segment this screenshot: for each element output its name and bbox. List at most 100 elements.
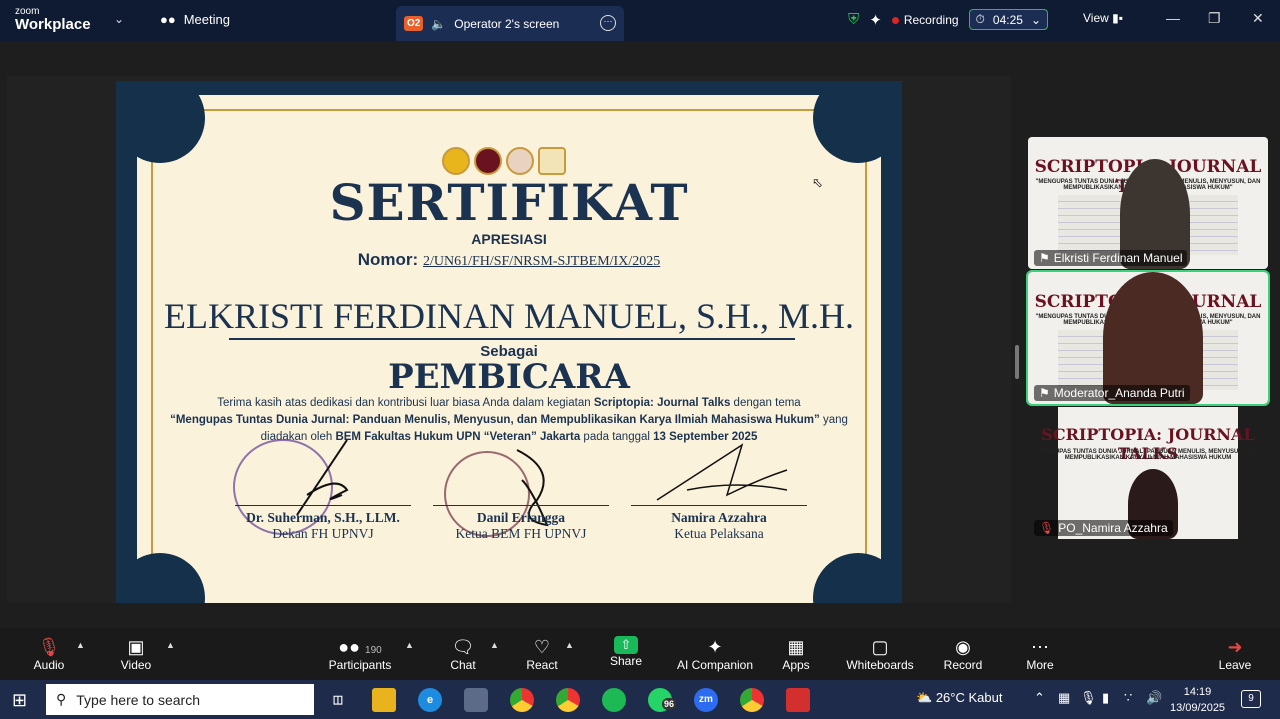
bem-logo bbox=[506, 147, 534, 175]
timer-value: 04:25 bbox=[992, 12, 1023, 27]
notifications-icon[interactable]: 9 bbox=[1241, 690, 1261, 708]
chevron-up-icon[interactable]: ▲ bbox=[76, 640, 85, 650]
more-button[interactable]: ⋯ More bbox=[995, 636, 1085, 672]
zoom-logo: zoom Workplace bbox=[15, 7, 91, 33]
recording-indicator[interactable]: Recording bbox=[891, 12, 959, 27]
logos bbox=[442, 147, 566, 175]
video-tile-active-speaker[interactable]: SCRIPTOPIA: JOURNAL TALKS "MENGUPAS TUNT… bbox=[1026, 270, 1270, 406]
microphone-icon[interactable]: 🎙 bbox=[1080, 690, 1097, 706]
speaker-icon: 🔈 bbox=[431, 16, 447, 31]
weather-widget[interactable]: ⛅ 26°C Kabut bbox=[916, 690, 1002, 706]
whatsapp-icon[interactable]: 96 bbox=[648, 688, 677, 712]
certificate-title: SERTIFIKAT bbox=[329, 173, 689, 232]
whatsapp-badge: 96 bbox=[662, 698, 677, 710]
spotify-icon[interactable] bbox=[602, 688, 626, 712]
record-dot-icon bbox=[891, 16, 899, 24]
react-label: React bbox=[526, 658, 558, 672]
meeting-label: Meeting bbox=[183, 12, 230, 27]
clock-time: 14:19 bbox=[1183, 686, 1212, 698]
restore-icon[interactable]: ❐ bbox=[1208, 10, 1221, 27]
certificate: SERTIFIKAT APRESIASI Nomor: 2/UN61/FH/SF… bbox=[116, 81, 902, 603]
shared-screen: SERTIFIKAT APRESIASI Nomor: 2/UN61/FH/SF… bbox=[7, 76, 1011, 603]
show-hidden-icons-icon[interactable]: ⌃ bbox=[1034, 690, 1045, 706]
whiteboard-icon: ▢ bbox=[871, 637, 889, 657]
zoom-app-icon[interactable]: zm bbox=[694, 688, 718, 712]
search-icon: ⚲ bbox=[56, 691, 67, 707]
signature-line bbox=[235, 505, 411, 506]
acrobat-icon[interactable] bbox=[786, 688, 810, 712]
event-name: Scriptopia: Journal Talks bbox=[593, 397, 731, 409]
meet-now-icon[interactable]: ▦ bbox=[1058, 690, 1070, 706]
whiteboards-label: Whiteboards bbox=[846, 658, 914, 672]
whiteboards-button[interactable]: ▢ Whiteboards bbox=[835, 636, 925, 672]
chevron-up-icon[interactable]: ▲ bbox=[405, 640, 414, 650]
video-tile[interactable]: SCRIPTOPIA: JOURNAL TALKS "MENGUPAS TUNT… bbox=[1028, 137, 1268, 269]
screen-share-tab[interactable]: O2 🔈 Operator 2's screen ··· bbox=[396, 6, 624, 41]
ai-companion-button[interactable]: ✦ AI Companion bbox=[670, 636, 760, 672]
participants-button[interactable]: ●● 190 Participants ▲ bbox=[315, 636, 414, 672]
chevron-up-icon[interactable]: ▲ bbox=[565, 640, 574, 650]
name-underline bbox=[229, 338, 795, 340]
minimize-icon[interactable]: — bbox=[1166, 10, 1180, 26]
chevron-down-icon[interactable]: ⌄ bbox=[114, 12, 124, 26]
chevron-up-icon[interactable]: ▲ bbox=[166, 640, 175, 650]
chrome-profile-icon[interactable] bbox=[556, 688, 580, 712]
video-button[interactable]: ▣ Video ▲ bbox=[91, 636, 181, 672]
corner-ornament bbox=[813, 81, 902, 163]
video-name-label: ⚑ Moderator_Ananda Putri bbox=[1034, 385, 1190, 401]
audio-button[interactable]: 🎙 Audio ▲ bbox=[4, 636, 94, 672]
weather-icon: ⛅ bbox=[916, 690, 933, 705]
chat-button[interactable]: 🗨 Chat ▲ bbox=[418, 636, 508, 672]
certificate-body: Terima kasih atas dedikasi dan kontribus… bbox=[167, 395, 851, 446]
title-bar: zoom Workplace ⌄ ●● Meeting O2 🔈 Operato… bbox=[0, 0, 1280, 41]
signatory: Namira Azzahra Ketua Pelaksana bbox=[631, 505, 807, 542]
view-label: View bbox=[1083, 11, 1109, 25]
security-shield-icon[interactable]: ⛨ bbox=[848, 11, 859, 28]
meeting-menu[interactable]: ●● Meeting bbox=[160, 12, 230, 27]
panel-resize-handle[interactable] bbox=[1015, 345, 1019, 379]
recording-label: Recording bbox=[903, 12, 959, 27]
wifi-icon[interactable]: ∵ bbox=[1124, 690, 1132, 706]
file-explorer-icon[interactable] bbox=[372, 688, 396, 712]
ai-sparkle-icon: ✦ bbox=[707, 637, 723, 657]
signatory: Danil Erlangga Ketua BEM FH UPNVJ bbox=[433, 505, 609, 542]
ai-sparkle-icon[interactable]: ✦ bbox=[869, 11, 882, 29]
react-button[interactable]: ♡ React ▲ bbox=[497, 636, 587, 672]
chevron-down-icon: ⌄ bbox=[1030, 12, 1042, 27]
chrome-icon[interactable] bbox=[510, 688, 534, 712]
share-button[interactable]: ⇧ Share bbox=[581, 636, 671, 668]
leave-label: Leave bbox=[1218, 658, 1252, 672]
system-clock[interactable]: 14:19 13/09/2025 bbox=[1170, 684, 1225, 716]
edge-icon[interactable]: e bbox=[418, 688, 442, 712]
body-text: Terima kasih atas dedikasi dan kontribus… bbox=[217, 397, 594, 409]
weather-text: 26°C Kabut bbox=[935, 690, 1003, 705]
video-tile[interactable]: SCRIPTOPIA: JOURNAL TALKS MENGUPAS TUNTA… bbox=[1028, 407, 1268, 539]
body-text: pada tanggal bbox=[580, 431, 654, 443]
people-icon: ●● bbox=[160, 12, 176, 27]
video-subtitle: MENGUPAS TUNTAS DUNIA JURNAL: PANDUAN ME… bbox=[1036, 449, 1260, 461]
scales-logo bbox=[538, 147, 566, 175]
clock-date: 13/09/2025 bbox=[1170, 702, 1226, 714]
mouse-cursor-icon: ⬁ bbox=[812, 175, 823, 190]
video-name-label: ⚑ Elkristi Ferdinan Manuel bbox=[1034, 250, 1188, 266]
more-icon: ⋯ bbox=[1031, 637, 1049, 657]
view-button[interactable]: View ▮▪ bbox=[1083, 11, 1123, 25]
meeting-timer[interactable]: ⏱ 04:25 ⌄ bbox=[968, 9, 1049, 30]
camera-app-icon[interactable] bbox=[464, 688, 488, 712]
windows-start-icon[interactable]: ⊞ bbox=[12, 690, 27, 711]
chrome-profile-2-icon[interactable] bbox=[740, 688, 764, 712]
faculty-logo bbox=[474, 147, 502, 175]
close-icon[interactable]: ✕ bbox=[1252, 10, 1264, 27]
leave-button[interactable]: ➜ Leave bbox=[1190, 636, 1280, 672]
task-view-icon[interactable]: ◫ bbox=[326, 688, 350, 712]
volume-icon[interactable]: 🔊 bbox=[1146, 690, 1162, 706]
taskbar-search[interactable]: ⚲ Type here to search bbox=[46, 684, 314, 715]
battery-icon[interactable]: ▮ bbox=[1102, 690, 1109, 706]
more-options-icon[interactable]: ··· bbox=[600, 15, 616, 31]
participants-icon: ●● 190 bbox=[338, 637, 382, 657]
recipient-name: ELKRISTI FERDINAN MANUEL, S.H., M.H. bbox=[164, 296, 854, 336]
video-name-label: 🎙 PO_Namira Azzahra bbox=[1034, 520, 1173, 536]
apps-button[interactable]: ▦ Apps bbox=[751, 636, 841, 672]
ai-label: AI Companion bbox=[676, 658, 754, 672]
layout-icon: ▮▪ bbox=[1112, 11, 1123, 25]
